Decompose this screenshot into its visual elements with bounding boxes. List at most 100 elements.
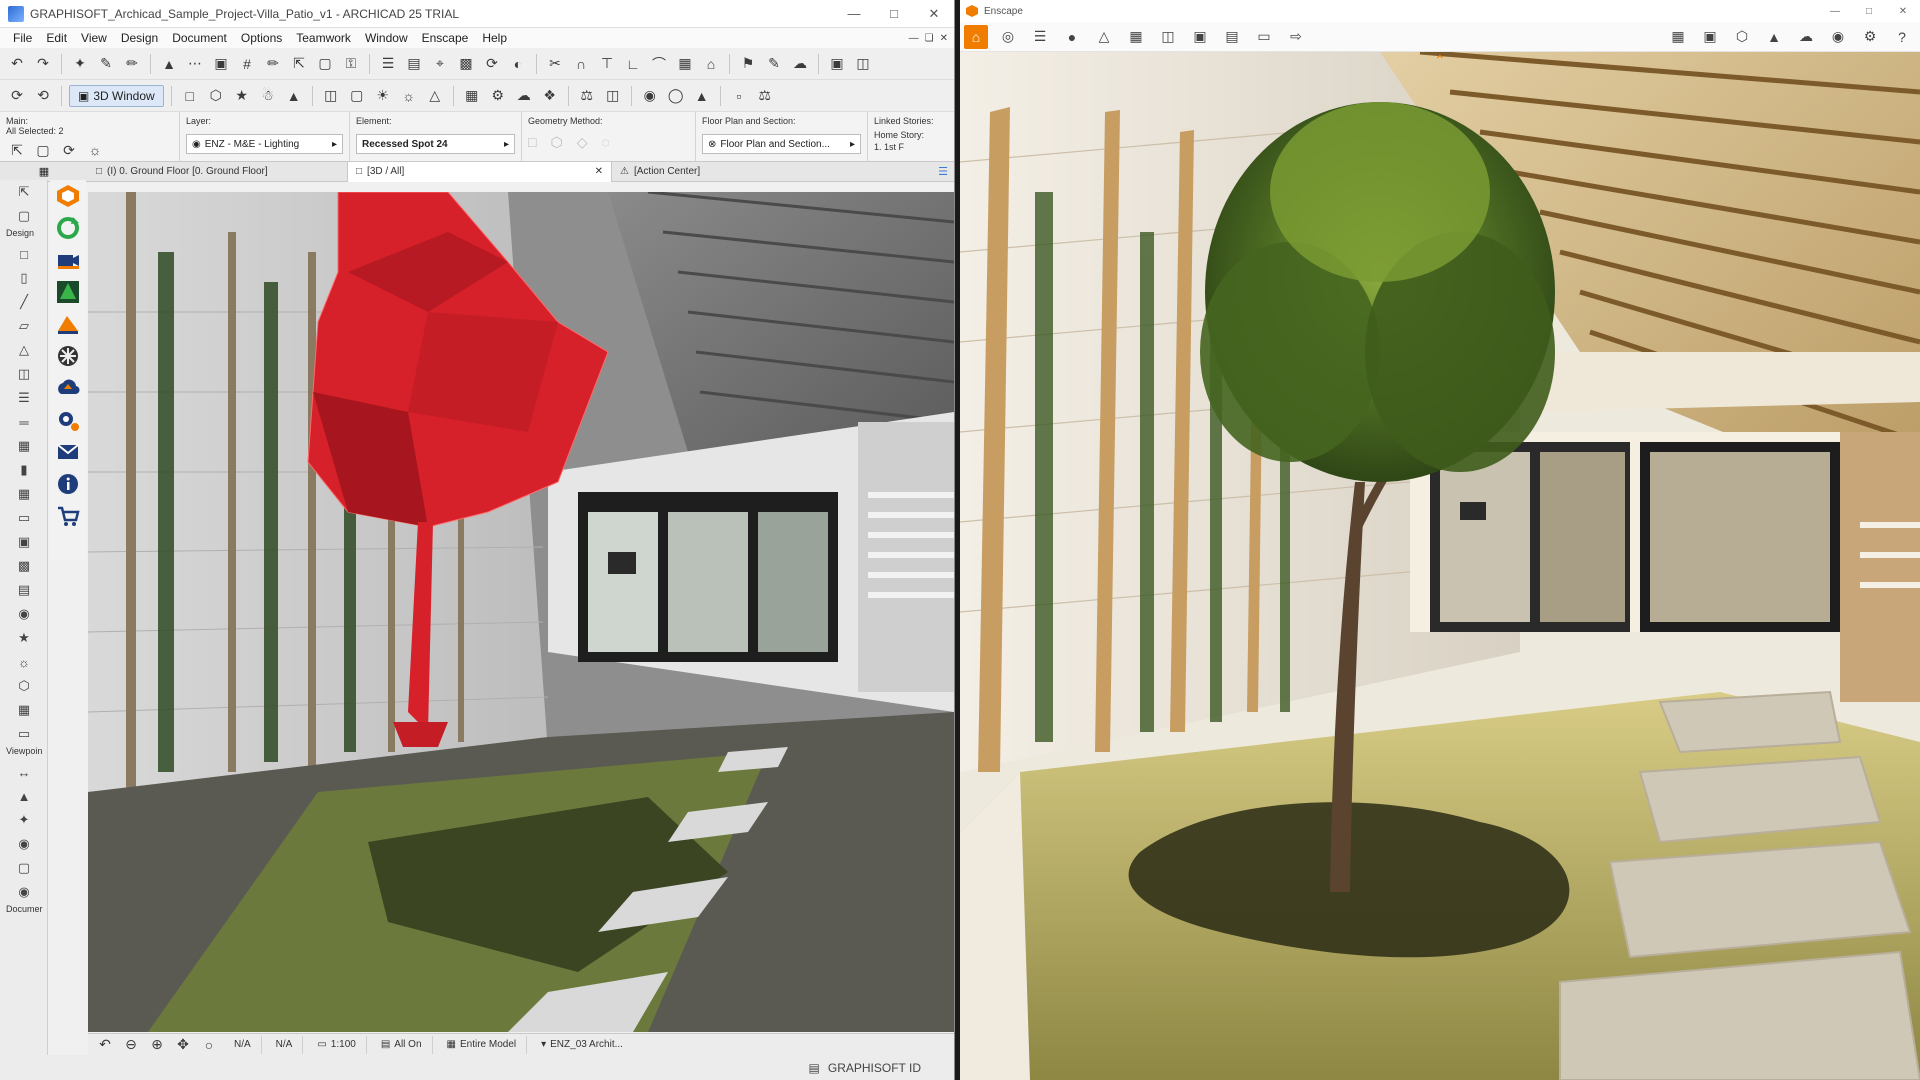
enscape-material-icon[interactable]: [50, 340, 86, 372]
zone-tool[interactable]: ▩: [0, 554, 48, 578]
home-icon[interactable]: ⌂: [964, 24, 988, 49]
section-icon[interactable]: △: [424, 85, 446, 107]
zoom-out-icon[interactable]: ⊖: [120, 1034, 142, 1056]
document-3d-icon[interactable]: ◫: [602, 85, 624, 107]
help-icon[interactable]: ?: [1890, 25, 1914, 49]
model-field[interactable]: ▦ Entire Model: [437, 1035, 528, 1054]
shell-tool[interactable]: ◫: [0, 362, 48, 386]
pan-icon[interactable]: ✥: [172, 1034, 194, 1056]
doc-close-icon[interactable]: ✕: [940, 33, 948, 44]
override-field[interactable]: ▾ ENZ_03 Archit...: [531, 1036, 633, 1054]
radial-tool[interactable]: ✦: [0, 808, 48, 832]
fit-icon[interactable]: ○: [198, 1034, 220, 1056]
split-icon[interactable]: ∟: [622, 53, 644, 75]
roof-icon[interactable]: ⌂: [700, 53, 722, 75]
redo-icon[interactable]: ↷: [32, 53, 54, 75]
teamwork-send-icon[interactable]: ⟳: [6, 85, 28, 107]
navigation-icon[interactable]: △: [1092, 25, 1116, 49]
selection-filter-icon[interactable]: ✦: [69, 53, 91, 75]
undo-icon[interactable]: ↶: [6, 53, 28, 75]
enscape-upload-icon[interactable]: [50, 372, 86, 404]
lamp-tool[interactable]: ★: [0, 626, 48, 650]
orbit-icon[interactable]: ⟳: [481, 53, 503, 75]
minimize-icon[interactable]: —: [1818, 6, 1852, 17]
settings-3d-icon[interactable]: ⚙: [487, 85, 509, 107]
menu-window[interactable]: Window: [358, 31, 415, 45]
upload-icon[interactable]: ☁: [1794, 25, 1818, 49]
minimize-icon[interactable]: —: [834, 0, 874, 28]
menu-design[interactable]: Design: [114, 31, 165, 45]
geometry-straight-icon[interactable]: □: [528, 134, 536, 151]
axonometry-icon[interactable]: ⬡: [205, 85, 227, 107]
teamwork-receive-icon[interactable]: ⟲: [32, 85, 54, 107]
railing-tool[interactable]: ═: [0, 410, 48, 434]
menu-edit[interactable]: Edit: [39, 31, 74, 45]
video-editor-icon[interactable]: ▣: [1698, 25, 1722, 49]
enscape-start-icon[interactable]: [50, 180, 86, 212]
perspective-icon[interactable]: □: [179, 85, 201, 107]
geometry-polygon-icon[interactable]: ⬡: [550, 134, 562, 151]
layer-combination-icon[interactable]: ☰: [377, 53, 399, 75]
asset-library-icon[interactable]: ⬡: [1730, 25, 1754, 49]
roof-tool[interactable]: △: [0, 338, 48, 362]
menu-view[interactable]: View: [74, 31, 114, 45]
close-icon[interactable]: ✕: [914, 0, 954, 28]
enscape-info-icon[interactable]: [50, 468, 86, 500]
door-tool[interactable]: ▮: [0, 458, 48, 482]
curtain-wall-tool[interactable]: ▦: [0, 434, 48, 458]
enscape-video-icon[interactable]: [50, 244, 86, 276]
home-story-value[interactable]: 1. 1st F: [874, 142, 948, 152]
scissors-icon[interactable]: ✂: [544, 53, 566, 75]
zoom-in-icon[interactable]: ⊕: [146, 1034, 168, 1056]
geometry-rotated-icon[interactable]: ◇: [577, 134, 588, 151]
show-selection-icon[interactable]: ▫: [728, 85, 750, 107]
enscape-sync-icon[interactable]: [50, 212, 86, 244]
grid-tool[interactable]: ▦: [0, 698, 48, 722]
marquee-tool-icon[interactable]: ▢: [32, 139, 54, 161]
sun-tool-icon[interactable]: ☼: [84, 139, 106, 161]
eyedropper-icon[interactable]: ✎: [95, 53, 117, 75]
fillet-icon[interactable]: ⌒: [648, 53, 670, 75]
enscape-store-icon[interactable]: [50, 500, 86, 532]
walk-icon[interactable]: ★: [231, 85, 253, 107]
page-tool[interactable]: ▭: [0, 722, 48, 746]
stair-tool[interactable]: ☰: [0, 386, 48, 410]
sun-icon[interactable]: ☀: [372, 85, 394, 107]
doc-minimize-icon[interactable]: —: [909, 33, 919, 44]
marquee-tool[interactable]: ▢: [0, 204, 48, 228]
arrow-tool[interactable]: ⇱: [0, 180, 48, 204]
cloud-sync-icon[interactable]: ☁: [513, 85, 535, 107]
figure-tool[interactable]: ▢: [0, 856, 48, 880]
flag-icon[interactable]: ⚑: [737, 53, 759, 75]
visual-settings-icon[interactable]: ◉: [1826, 25, 1850, 49]
render-icon[interactable]: ◯: [665, 85, 687, 107]
beam-tool[interactable]: ╱: [0, 290, 48, 314]
tab-close-icon[interactable]: ✕: [595, 166, 603, 177]
export-icon[interactable]: ⇨: [1284, 25, 1308, 49]
column-tool[interactable]: ▯: [0, 266, 48, 290]
bim-cloud-icon[interactable]: ☁: [789, 53, 811, 75]
tab-menu-icon[interactable]: ☰: [938, 165, 954, 178]
window-tool[interactable]: ▦: [0, 482, 48, 506]
trim-icon[interactable]: ⊤: [596, 53, 618, 75]
status-field-2[interactable]: N/A: [266, 1035, 304, 1054]
explore-icon[interactable]: ▲: [283, 85, 305, 107]
doc-restore-icon[interactable]: ❏: [925, 33, 934, 44]
pencil-icon[interactable]: ✏: [262, 53, 284, 75]
trace-icon[interactable]: ▢: [314, 53, 336, 75]
arrow-tool-icon[interactable]: ⇱: [6, 139, 28, 161]
syringe-icon[interactable]: ✏: [121, 53, 143, 75]
batch-render-icon[interactable]: ▤: [1220, 25, 1244, 49]
offset-icon[interactable]: ▦: [674, 53, 696, 75]
tab-overview-icon[interactable]: ▦: [0, 162, 88, 182]
close-icon[interactable]: ✕: [1886, 6, 1920, 17]
pet-palette-icon[interactable]: ⚖: [576, 85, 598, 107]
map-icon[interactable]: ▦: [1666, 25, 1690, 49]
model-view-icon[interactable]: ❖: [539, 85, 561, 107]
person-icon[interactable]: ☃: [257, 85, 279, 107]
publish-icon[interactable]: ▣: [826, 53, 848, 75]
tab-action-center[interactable]: ⚠ [Action Center]: [612, 162, 852, 182]
undo-view-icon[interactable]: ↶: [94, 1034, 116, 1056]
morph-tool[interactable]: ◉: [0, 602, 48, 626]
sun-study-icon[interactable]: ☼: [398, 85, 420, 107]
